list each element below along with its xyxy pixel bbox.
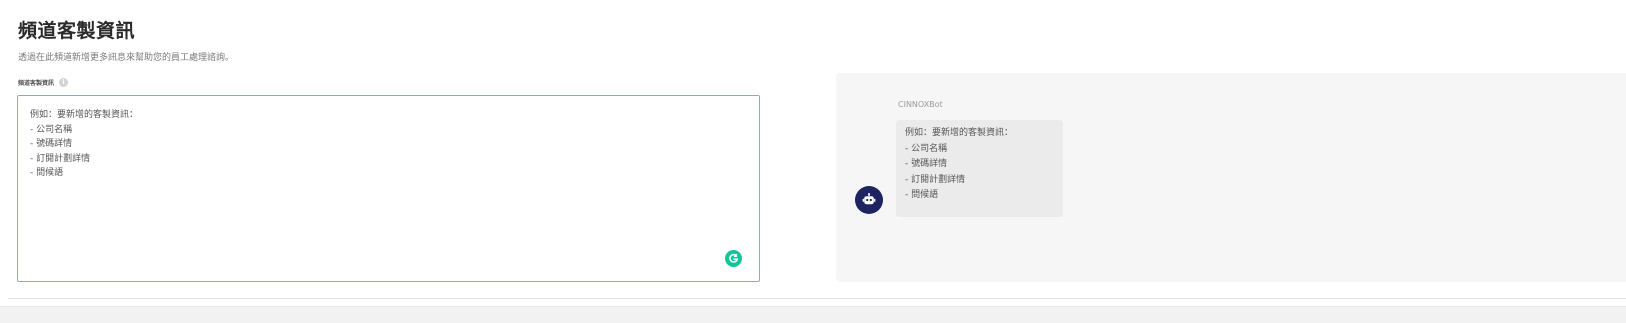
bubble-line: - 問候語 <box>905 190 939 200</box>
robot-icon <box>862 193 876 205</box>
bubble-line: 例如：要新增的客製資訊： <box>905 128 1014 138</box>
bot-message-bubble: 例如：要新增的客製資訊： - 公司名稱 - 號碼詳情 - 訂閱計劃詳情 - 問候… <box>896 120 1063 217</box>
info-icon[interactable]: i <box>59 78 69 87</box>
textarea-line: - 號碼詳情 <box>30 139 73 149</box>
divider <box>8 298 1626 299</box>
bottom-bar <box>0 306 1626 323</box>
section-description: 透過在此頻道新增更多訊息來幫助您的員工處理諮詢。 <box>18 53 235 63</box>
bubble-line: - 訂閱計劃詳情 <box>905 174 966 185</box>
textarea-line: 例如：要新增的客製資訊： <box>30 110 139 120</box>
field-label-row: 頻道客製資訊 i <box>18 78 69 87</box>
custom-info-textarea[interactable]: 例如：要新增的客製資訊： - 公司名稱 - 號碼詳情 - 訂閱計劃詳情 - 問候… <box>17 95 760 282</box>
channel-custom-info-page: 頻道客製資訊 透過在此頻道新增更多訊息來幫助您的員工處理諮詢。 頻道客製資訊 i… <box>0 0 1626 323</box>
grammarly-icon[interactable] <box>725 250 742 267</box>
textarea-line: - 訂閱計劃詳情 <box>30 153 91 164</box>
textarea-line: - 問候語 <box>30 168 64 178</box>
bot-avatar <box>855 186 883 214</box>
bubble-line: - 號碼詳情 <box>905 159 948 169</box>
textarea-line: - 公司名稱 <box>30 124 73 135</box>
field-label: 頻道客製資訊 <box>18 80 55 87</box>
bubble-line: - 公司名稱 <box>905 143 948 154</box>
section-title: 頻道客製資訊 <box>18 20 136 42</box>
bot-name: CINNOXBot <box>898 100 943 109</box>
